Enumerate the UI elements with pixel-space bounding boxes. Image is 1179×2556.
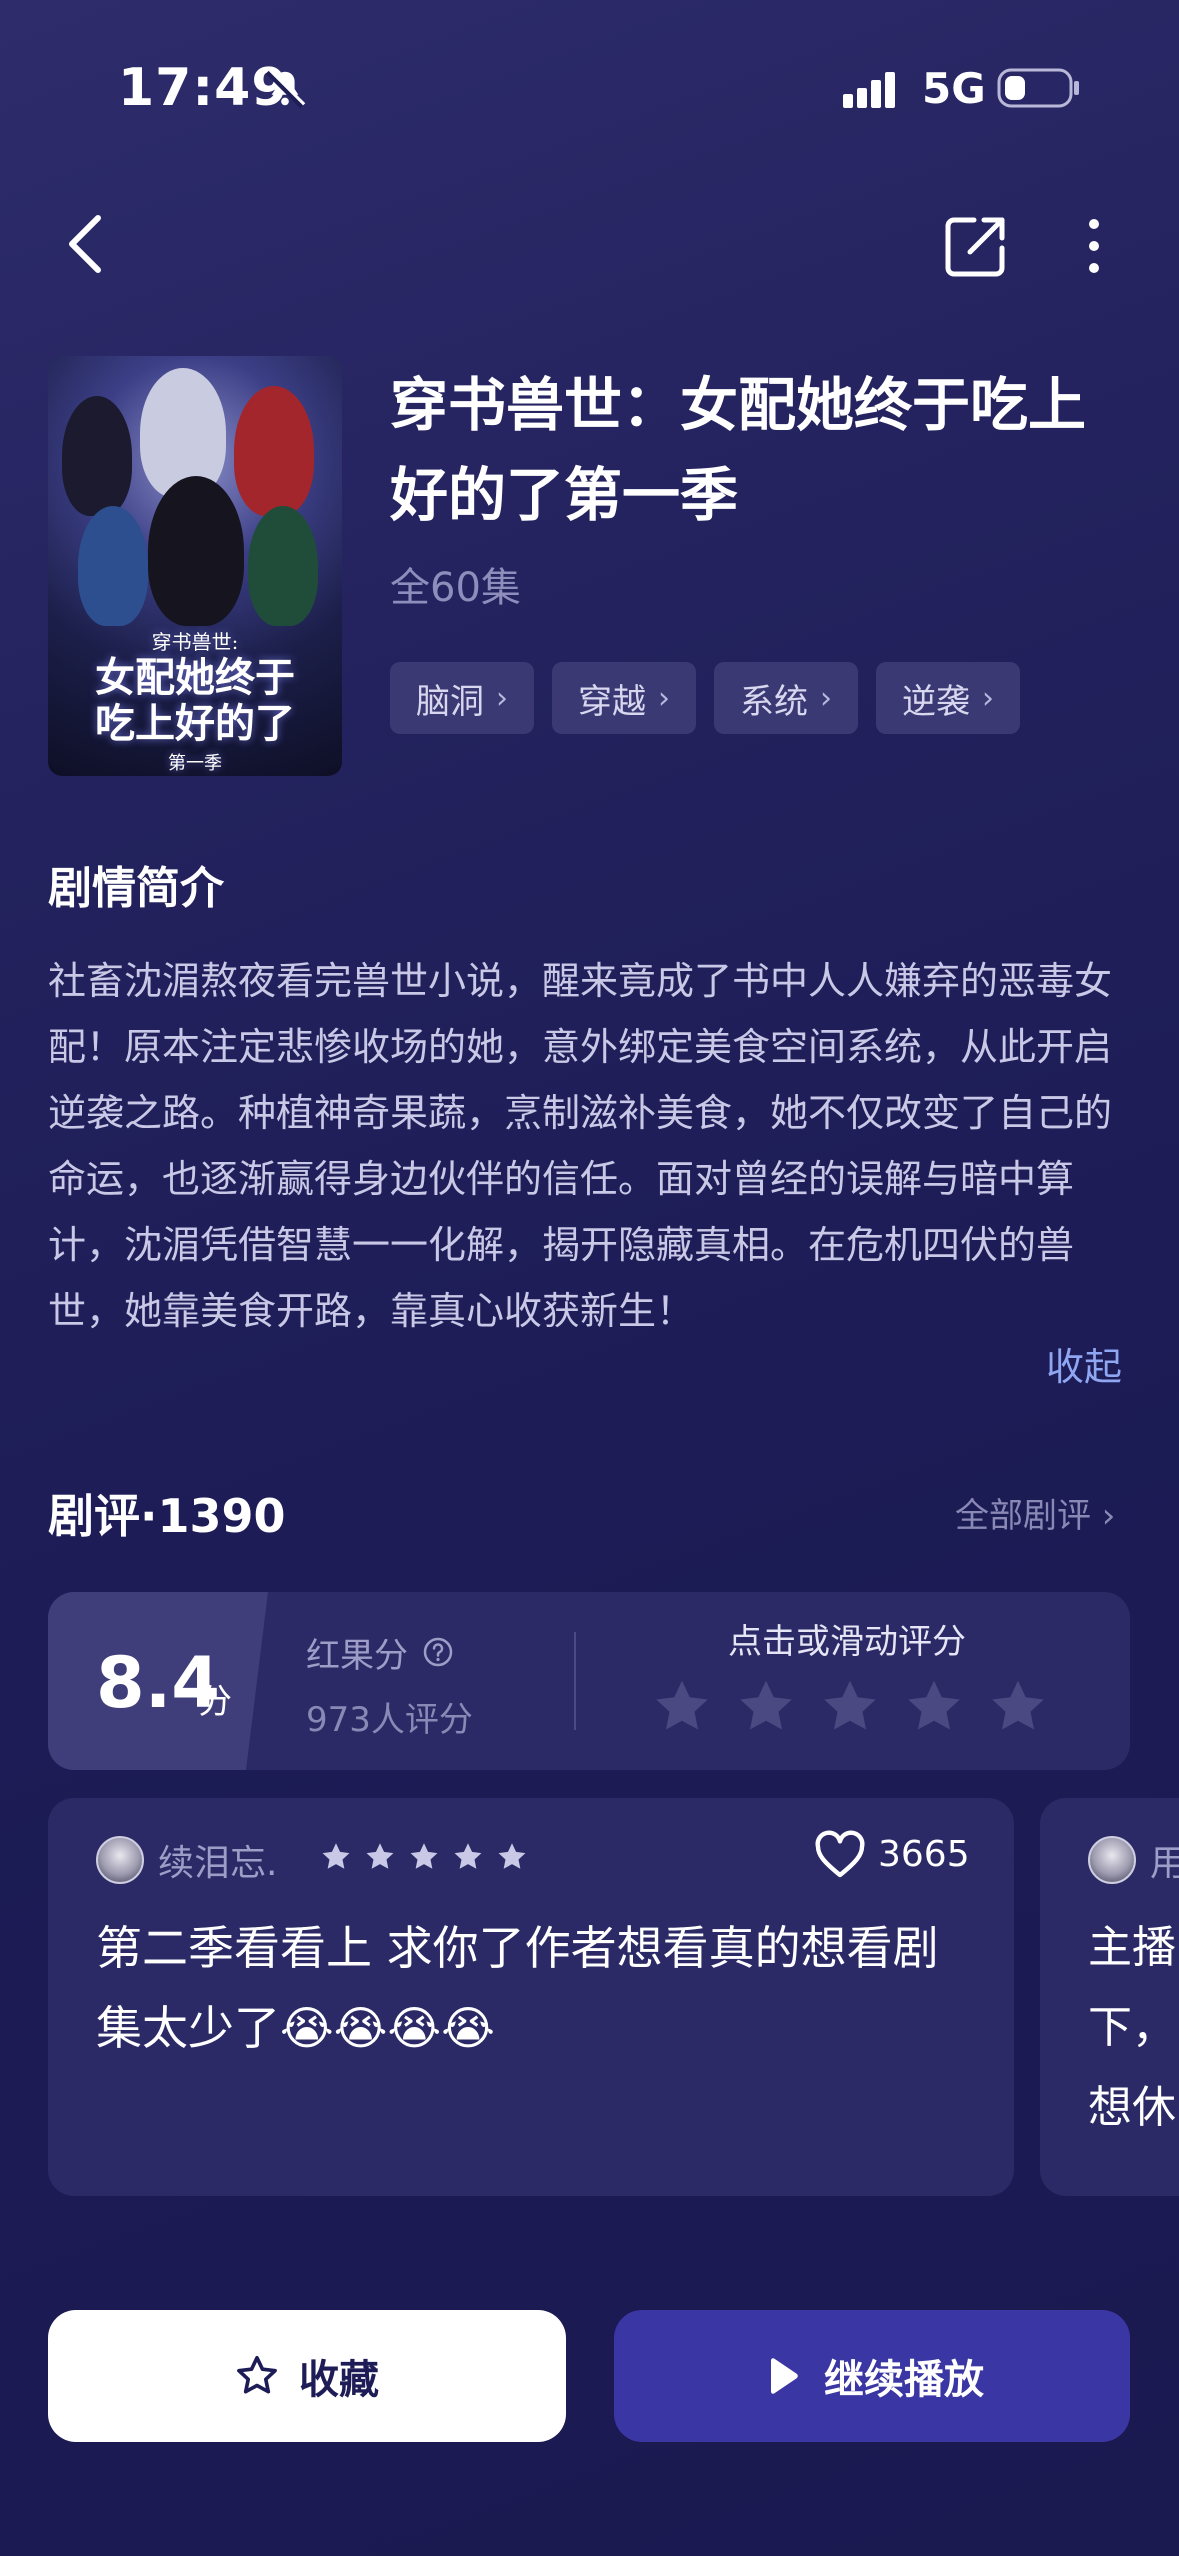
star-icon [454,1843,482,1869]
like-count: 3665 [878,1834,970,1875]
star-outline-icon [237,2355,277,2394]
star-icon [410,1843,438,1869]
rater-count: 973人评分 [306,1700,473,1740]
tag-chip[interactable]: 系统 › [714,662,858,734]
review-card[interactable]: 用 主播 下， 想休 [1040,1798,1179,2196]
tag-chip[interactable]: 脑洞 › [390,662,534,734]
star-icon [322,1843,350,1869]
star-icon[interactable] [988,1678,1048,1736]
cover-image[interactable]: 穿书兽世: 女配她终于 吃上好的了 第一季 [48,356,342,776]
synopsis-text: 社畜沈湄熬夜看完兽世小说，醒来竟成了书中人人嫌弃的恶毒女配！原本注定悲惨收场的她… [48,959,1113,1333]
avatar [1088,1836,1136,1884]
continue-play-button[interactable]: 继续播放 [614,2310,1130,2442]
chevron-right-icon: › [496,680,508,716]
favorite-button[interactable]: 收藏 [48,2310,566,2442]
avatar [96,1836,144,1884]
review-stars [320,1842,528,1872]
reviews-heading: 剧评·1390 [48,1489,286,1543]
chevron-right-icon: › [982,680,994,716]
synopsis-heading: 剧情简介 [48,863,224,914]
network-label: 5G [922,64,986,113]
star-icon[interactable] [904,1678,964,1736]
bell-muted-icon [265,68,306,109]
more-icon[interactable] [1070,210,1118,282]
star-icon[interactable] [652,1678,712,1736]
rate-star-row[interactable] [652,1678,1048,1736]
score-label: 红果分 [306,1636,408,1676]
drama-detail-page: 17:49 5G 穿书兽世: 女配她终于 吃上好的了 第一季 穿书兽世：女配她终… [0,0,1179,2556]
tag-chip[interactable]: 穿越 › [552,662,696,734]
rating-card: 8.4 分 红果分 973人评分 点击或滑动评分 [48,1592,1130,1770]
star-icon [498,1843,526,1869]
chevron-right-icon: › [820,680,832,716]
signal-icon [843,72,895,108]
review-card[interactable]: 续泪忘. 3665 第二季看看上 求你了作者想看真的想看剧集太少了😭😭😭😭 [48,1798,1014,2196]
tag-chip[interactable]: 逆袭 › [876,662,1020,734]
share-icon[interactable] [940,210,1012,282]
review-text: 第二季看看上 求你了作者想看真的想看剧集太少了😭😭😭😭 [96,1921,939,2055]
tag-list: 脑洞 › 穿越 › 系统 › 逆袭 › [390,662,1020,734]
reviewer-name: 续泪忘. [158,1843,278,1884]
help-icon[interactable] [422,1636,454,1668]
battery-icon [997,68,1079,108]
reviewer-name: 用 [1150,1843,1179,1884]
chevron-right-icon: › [658,680,670,716]
cover-title-art: 穿书兽世: 女配她终于 吃上好的了 第一季 [95,630,295,774]
all-reviews-link[interactable]: 全部剧评 › [955,1488,1115,1537]
divider [574,1632,576,1730]
star-icon[interactable] [736,1678,796,1736]
drama-title: 穿书兽世：女配她终于吃上好的了第一季 [390,371,1087,529]
collapse-link[interactable]: 收起 [1046,1336,1122,1391]
rate-hint: 点击或滑动评分 [728,1622,966,1662]
star-icon[interactable] [820,1678,880,1736]
review-text: 主播 下， 想休 [1088,1922,1176,2133]
episode-count: 全60集 [390,565,521,611]
heart-icon[interactable] [814,1830,866,1880]
play-icon [771,2358,798,2394]
back-icon[interactable] [56,204,116,284]
score-unit: 分 [198,1682,232,1722]
star-icon [366,1843,394,1869]
